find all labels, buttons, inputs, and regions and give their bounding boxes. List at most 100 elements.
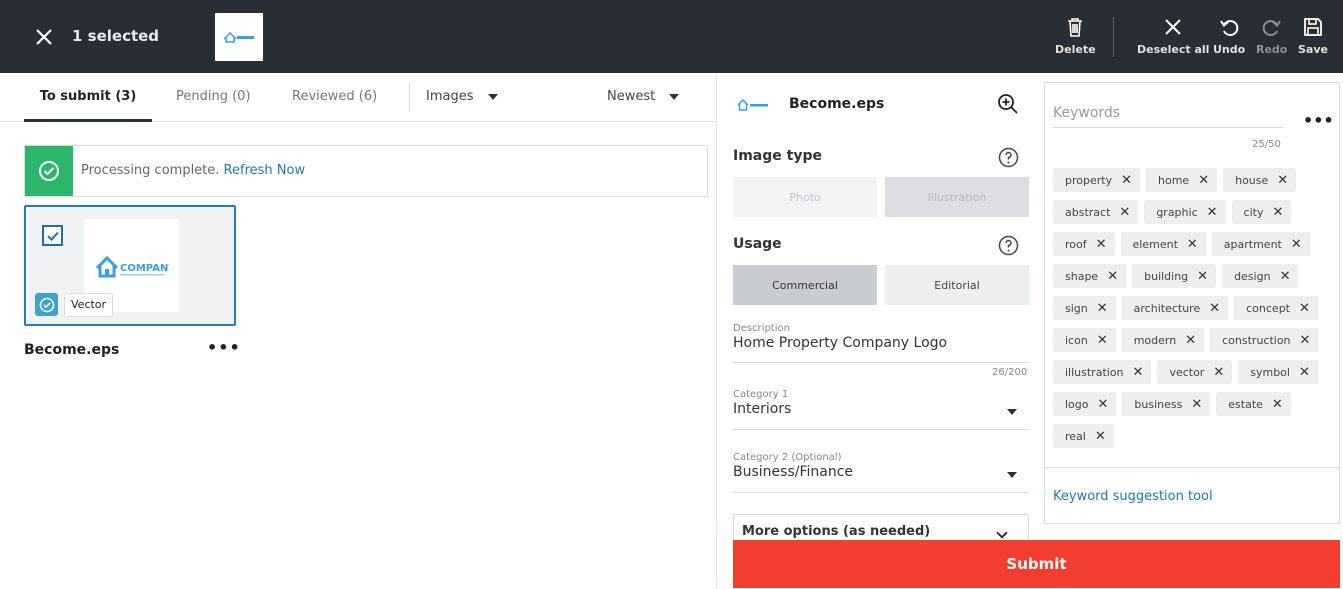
more-options-expander[interactable]: More options (as needed) — [733, 514, 1029, 540]
image-type-photo-button[interactable]: Photo — [733, 177, 877, 217]
remove-keyword-icon[interactable]: ✕ — [1299, 302, 1310, 315]
asset-card[interactable]: COMPANY Vector — [24, 205, 236, 326]
remove-keyword-icon[interactable]: ✕ — [1280, 270, 1291, 283]
remove-keyword-icon[interactable]: ✕ — [1191, 398, 1202, 411]
keyword-chip[interactable]: roof ✕ — [1053, 232, 1115, 256]
logo-wordmark: COMPANY — [120, 263, 169, 274]
remove-keyword-icon[interactable]: ✕ — [1133, 366, 1144, 379]
keyword-chip[interactable]: logo ✕ — [1053, 392, 1117, 416]
keyword-suggestion-tool-link[interactable]: Keyword suggestion tool — [1053, 489, 1213, 504]
remove-keyword-icon[interactable]: ✕ — [1095, 430, 1106, 443]
remove-keyword-icon[interactable]: ✕ — [1213, 366, 1224, 379]
keyword-chip[interactable]: design ✕ — [1222, 264, 1299, 288]
remove-keyword-icon[interactable]: ✕ — [1300, 334, 1311, 347]
selected-thumbnail — [215, 13, 263, 61]
category2-select[interactable]: Category 2 (Optional) Business/Finance — [733, 452, 1029, 493]
help-icon[interactable] — [998, 235, 1019, 256]
help-icon[interactable] — [998, 147, 1019, 168]
keyword-chip[interactable]: element ✕ — [1120, 232, 1206, 256]
remove-keyword-icon[interactable]: ✕ — [1107, 270, 1118, 283]
delete-button[interactable]: Delete — [1055, 16, 1096, 56]
keyword-chip[interactable]: modern ✕ — [1121, 328, 1205, 352]
close-icon[interactable] — [33, 26, 55, 48]
remove-keyword-icon[interactable]: ✕ — [1121, 174, 1132, 187]
save-button[interactable]: Save — [1298, 16, 1328, 56]
remove-keyword-icon[interactable]: ✕ — [1097, 302, 1108, 315]
asset-more-options-icon[interactable]: ••• — [207, 338, 241, 357]
keywords-more-options-icon[interactable]: ••• — [1303, 111, 1334, 130]
save-icon — [1304, 18, 1322, 36]
keyword-chip-label: abstract — [1065, 205, 1111, 219]
remove-keyword-icon[interactable]: ✕ — [1185, 334, 1196, 347]
keyword-chip[interactable]: construction ✕ — [1210, 328, 1319, 352]
remove-keyword-icon[interactable]: ✕ — [1272, 398, 1283, 411]
remove-keyword-icon[interactable]: ✕ — [1198, 174, 1209, 187]
keyword-chip[interactable]: estate ✕ — [1216, 392, 1291, 416]
sort-dropdown[interactable]: Newest — [607, 73, 680, 120]
undo-button[interactable]: Undo — [1213, 16, 1245, 56]
asset-checkbox[interactable] — [42, 225, 63, 246]
keyword-chip[interactable]: business ✕ — [1122, 392, 1211, 416]
submit-button[interactable]: Submit — [733, 540, 1340, 588]
remove-keyword-icon[interactable]: ✕ — [1119, 206, 1130, 219]
success-status — [25, 146, 73, 196]
keyword-chip-label: property — [1065, 173, 1113, 187]
notice-text: Processing complete. Refresh Now — [81, 163, 305, 178]
tab-pending[interactable]: Pending (0) — [176, 73, 251, 122]
redo-label: Redo — [1256, 43, 1288, 56]
caret-down-icon — [1007, 409, 1017, 415]
remove-keyword-icon[interactable]: ✕ — [1097, 334, 1108, 347]
image-type-illustration-button[interactable]: Illustration — [885, 177, 1029, 217]
keyword-chip[interactable]: concept ✕ — [1234, 296, 1318, 320]
keywords-count: 25/50 — [1252, 139, 1281, 150]
zoom-in-icon[interactable] — [997, 93, 1019, 115]
remove-keyword-icon[interactable]: ✕ — [1277, 174, 1288, 187]
keyword-chip[interactable]: symbol ✕ — [1238, 360, 1318, 384]
notice-message: Processing complete. — [81, 163, 224, 178]
tab-to-submit[interactable]: To submit (3) — [24, 73, 152, 122]
keyword-chip[interactable]: architecture ✕ — [1121, 296, 1229, 320]
description-value[interactable]: Home Property Company Logo — [733, 335, 1029, 351]
remove-keyword-icon[interactable]: ✕ — [1272, 206, 1283, 219]
keyword-chip[interactable]: house ✕ — [1223, 168, 1297, 192]
keyword-chip[interactable]: property ✕ — [1053, 168, 1140, 192]
tab-reviewed[interactable]: Reviewed (6) — [292, 73, 377, 122]
remove-keyword-icon[interactable]: ✕ — [1299, 366, 1310, 379]
company-logo-thumbnail — [223, 31, 254, 43]
keyword-chip[interactable]: real ✕ — [1053, 424, 1114, 448]
keyword-chip[interactable]: city ✕ — [1231, 200, 1292, 224]
keyword-chip[interactable]: shape ✕ — [1053, 264, 1127, 288]
deselect-all-button[interactable]: Deselect all — [1137, 16, 1209, 56]
image-type-heading: Image type — [733, 148, 822, 164]
keyword-chip[interactable]: home ✕ — [1146, 168, 1218, 192]
remove-keyword-icon[interactable]: ✕ — [1209, 302, 1220, 315]
remove-keyword-icon[interactable]: ✕ — [1291, 238, 1302, 251]
remove-keyword-icon[interactable]: ✕ — [1096, 238, 1107, 251]
keyword-chip-label: estate — [1228, 397, 1263, 411]
keyword-chip[interactable]: abstract ✕ — [1053, 200, 1139, 224]
keyword-chip[interactable]: illustration ✕ — [1053, 360, 1152, 384]
keyword-chip[interactable]: sign ✕ — [1053, 296, 1116, 320]
category1-select[interactable]: Category 1 Interiors — [733, 389, 1029, 430]
keyword-chip[interactable]: apartment ✕ — [1211, 232, 1310, 256]
description-field[interactable]: Description Home Property Company Logo — [733, 323, 1029, 363]
keywords-input[interactable]: Keywords — [1053, 105, 1283, 128]
remove-keyword-icon[interactable]: ✕ — [1197, 270, 1208, 283]
usage-commercial-button[interactable]: Commercial — [733, 265, 877, 305]
tabs-divider — [409, 82, 410, 112]
media-type-dropdown[interactable]: Images — [426, 73, 498, 120]
top-bar: 1 selected Delete Deselect all Undo Redo… — [0, 0, 1343, 73]
keyword-chip[interactable]: icon ✕ — [1053, 328, 1116, 352]
remove-keyword-icon[interactable]: ✕ — [1098, 398, 1109, 411]
keyword-chip[interactable]: graphic ✕ — [1144, 200, 1226, 224]
redo-button[interactable]: Redo — [1256, 16, 1287, 56]
save-label: Save — [1298, 43, 1328, 56]
usage-editorial-button[interactable]: Editorial — [885, 265, 1029, 305]
refresh-now-link[interactable]: Refresh Now — [224, 163, 306, 178]
keyword-chip-label: logo — [1065, 397, 1089, 411]
remove-keyword-icon[interactable]: ✕ — [1187, 238, 1198, 251]
keyword-chip-label: vector — [1169, 365, 1205, 379]
keyword-chip[interactable]: building ✕ — [1132, 264, 1217, 288]
remove-keyword-icon[interactable]: ✕ — [1207, 206, 1218, 219]
keyword-chip[interactable]: vector ✕ — [1157, 360, 1233, 384]
